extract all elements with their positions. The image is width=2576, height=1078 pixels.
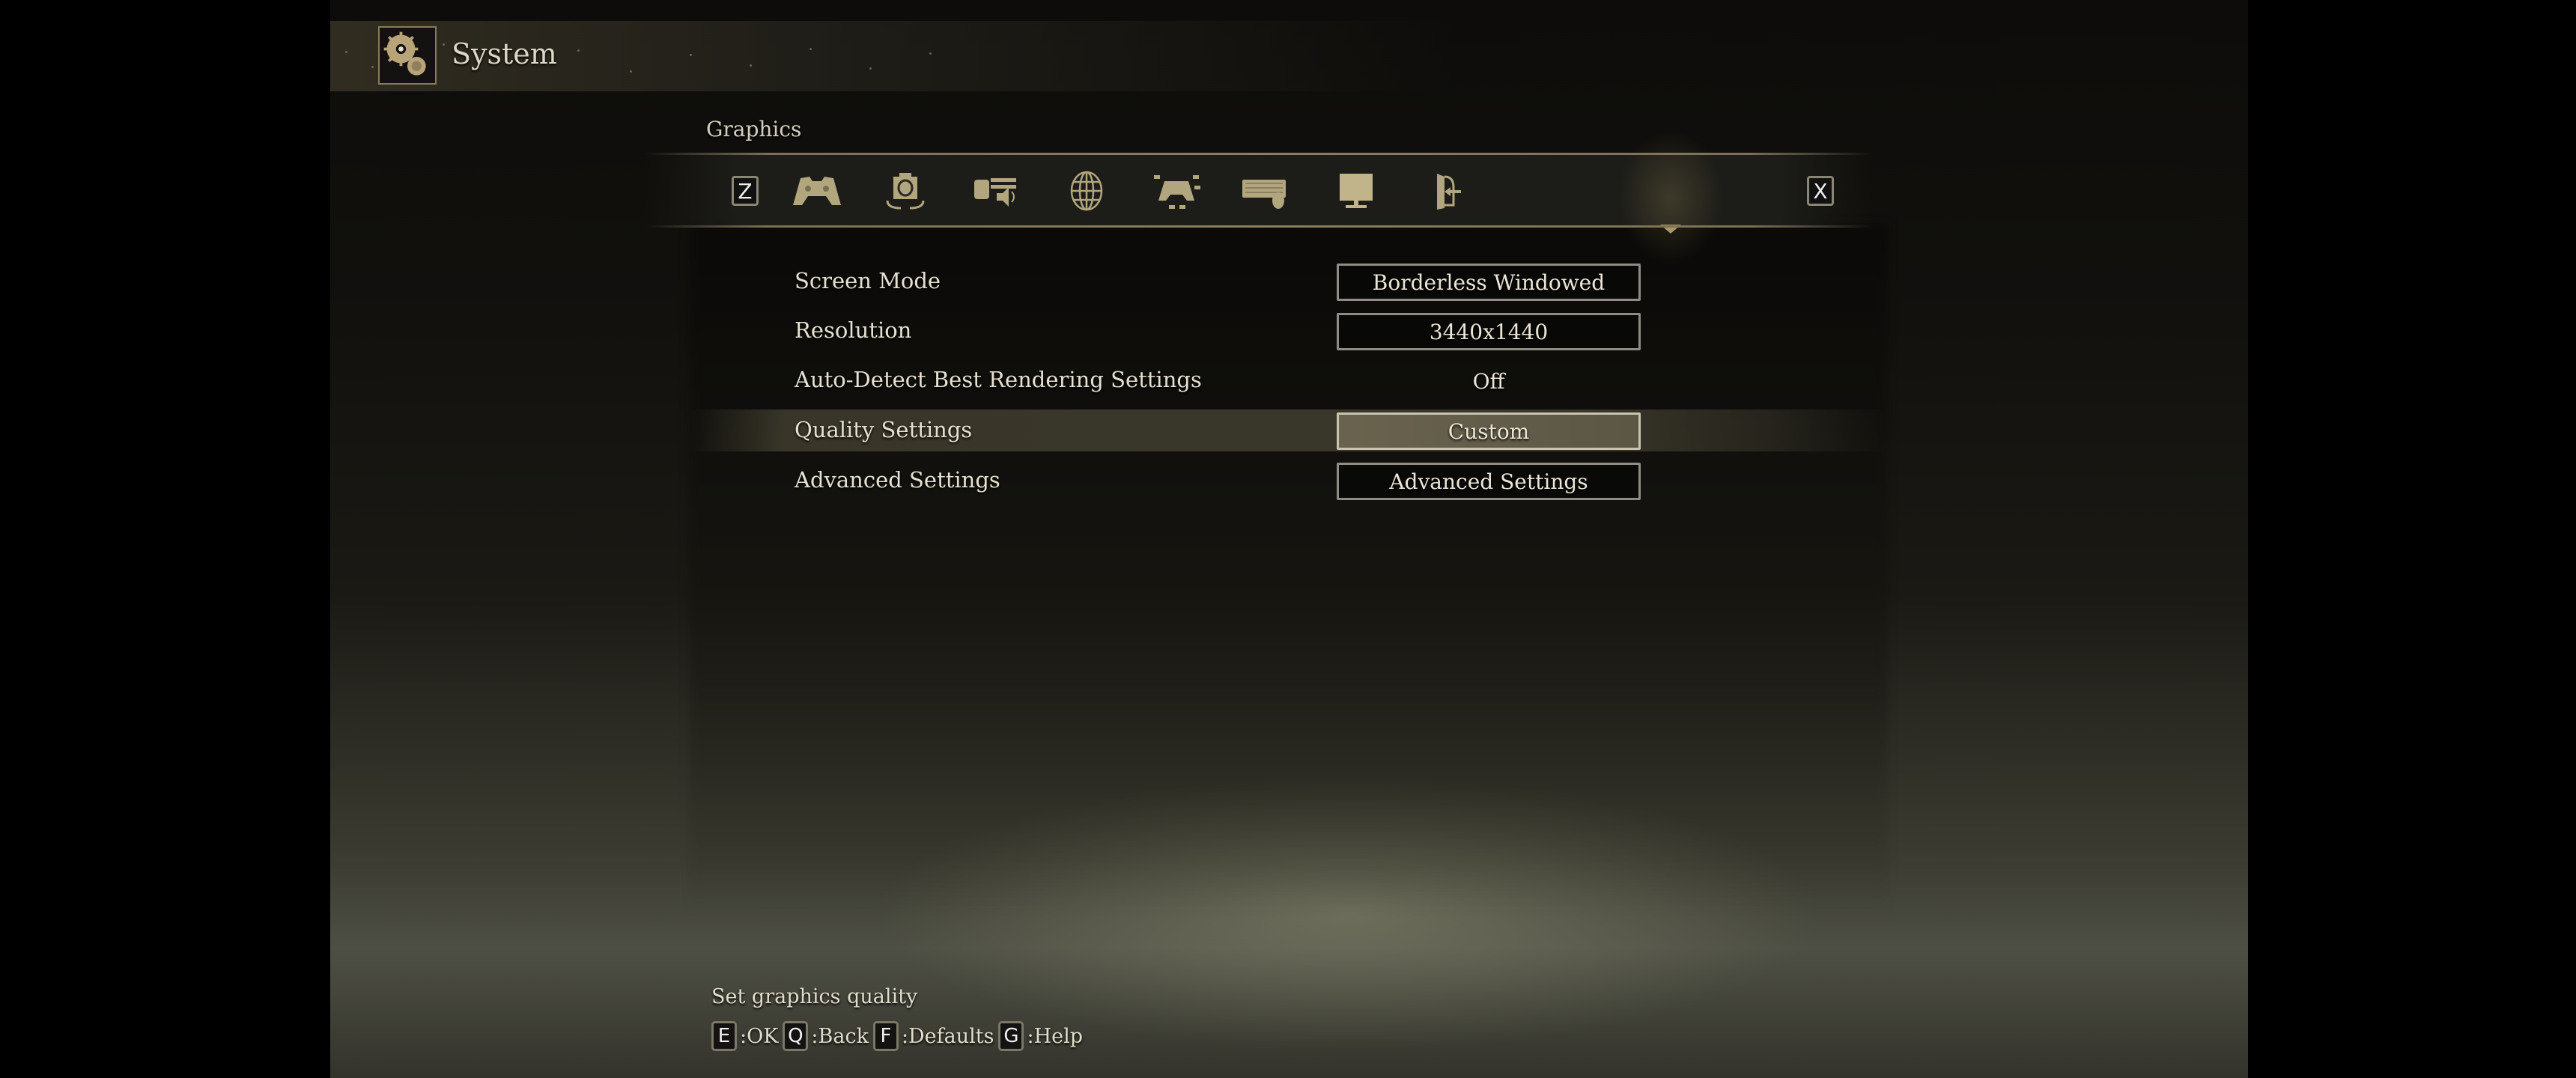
tab-network[interactable]	[1057, 171, 1117, 211]
gamepad-icon	[793, 177, 841, 205]
help-description: Set graphics quality	[711, 985, 918, 1008]
tab-sound[interactable]	[967, 171, 1027, 211]
setting-row-screen-mode[interactable]: Screen Mode Borderless Windowed	[690, 261, 1888, 302]
next-tab-key[interactable]: X	[1807, 176, 1834, 206]
setting-label: Resolution	[795, 317, 912, 343]
tab-controls[interactable]	[1146, 171, 1206, 211]
controller-mapping-icon	[1154, 175, 1200, 209]
globe-icon	[1070, 171, 1103, 211]
tab-camera[interactable]	[875, 171, 935, 211]
menu-title: System	[452, 37, 557, 70]
setting-value-dropdown[interactable]: 3440x1440	[1337, 313, 1641, 350]
setting-label: Quality Settings	[795, 417, 973, 442]
active-tab-pointer	[1660, 225, 1681, 234]
camera-icon	[886, 173, 925, 210]
help-key-icon[interactable]: G	[998, 1021, 1024, 1051]
tab-graphics[interactable]	[1326, 171, 1386, 211]
setting-value-toggle[interactable]: Off	[1337, 362, 1641, 400]
back-label: :Back	[811, 1024, 869, 1048]
back-key-icon[interactable]: Q	[783, 1021, 809, 1051]
setting-value-dropdown[interactable]: Borderless Windowed	[1337, 264, 1641, 301]
setting-row-resolution[interactable]: Resolution 3440x1440	[690, 310, 1888, 352]
sound-icon	[974, 178, 1016, 207]
ok-label: :OK	[740, 1024, 779, 1048]
setting-value-dropdown[interactable]: Custom	[1337, 412, 1641, 450]
tab-heading: Graphics	[706, 117, 802, 141]
tab-bar: Z X	[645, 130, 1873, 265]
tab-quit[interactable]	[1416, 171, 1476, 211]
setting-label: Screen Mode	[795, 268, 941, 293]
setting-label: Advanced Settings	[795, 467, 1000, 493]
keyboard-mouse-icon	[1242, 180, 1286, 209]
active-tab-glow	[1618, 130, 1723, 265]
tab-keyboard[interactable]	[1236, 171, 1296, 211]
controls-bar: E :OK Q :Back F :Defaults G :Help	[711, 1021, 1087, 1051]
setting-row-auto-detect[interactable]: Auto-Detect Best Rendering Settings Off	[690, 359, 1888, 401]
help-label: :Help	[1027, 1024, 1084, 1048]
defaults-label: :Defaults	[901, 1024, 994, 1048]
prev-tab-key[interactable]: Z	[732, 176, 759, 206]
tab-game[interactable]	[787, 171, 847, 211]
monitor-icon	[1340, 174, 1373, 208]
ok-key-icon[interactable]: E	[711, 1021, 737, 1051]
setting-label: Auto-Detect Best Rendering Settings	[795, 367, 1202, 392]
defaults-key-icon[interactable]: F	[872, 1021, 899, 1051]
advanced-settings-button[interactable]: Advanced Settings	[1337, 463, 1641, 500]
setting-row-advanced-settings[interactable]: Advanced Settings Advanced Settings	[690, 460, 1888, 502]
exit-door-icon	[1437, 174, 1461, 210]
setting-row-quality-settings[interactable]: Quality Settings Custom	[690, 409, 1888, 451]
gears-icon	[378, 26, 437, 85]
game-viewport: System Graphics Z X Screen Mode Borderle…	[330, 0, 2248, 1078]
